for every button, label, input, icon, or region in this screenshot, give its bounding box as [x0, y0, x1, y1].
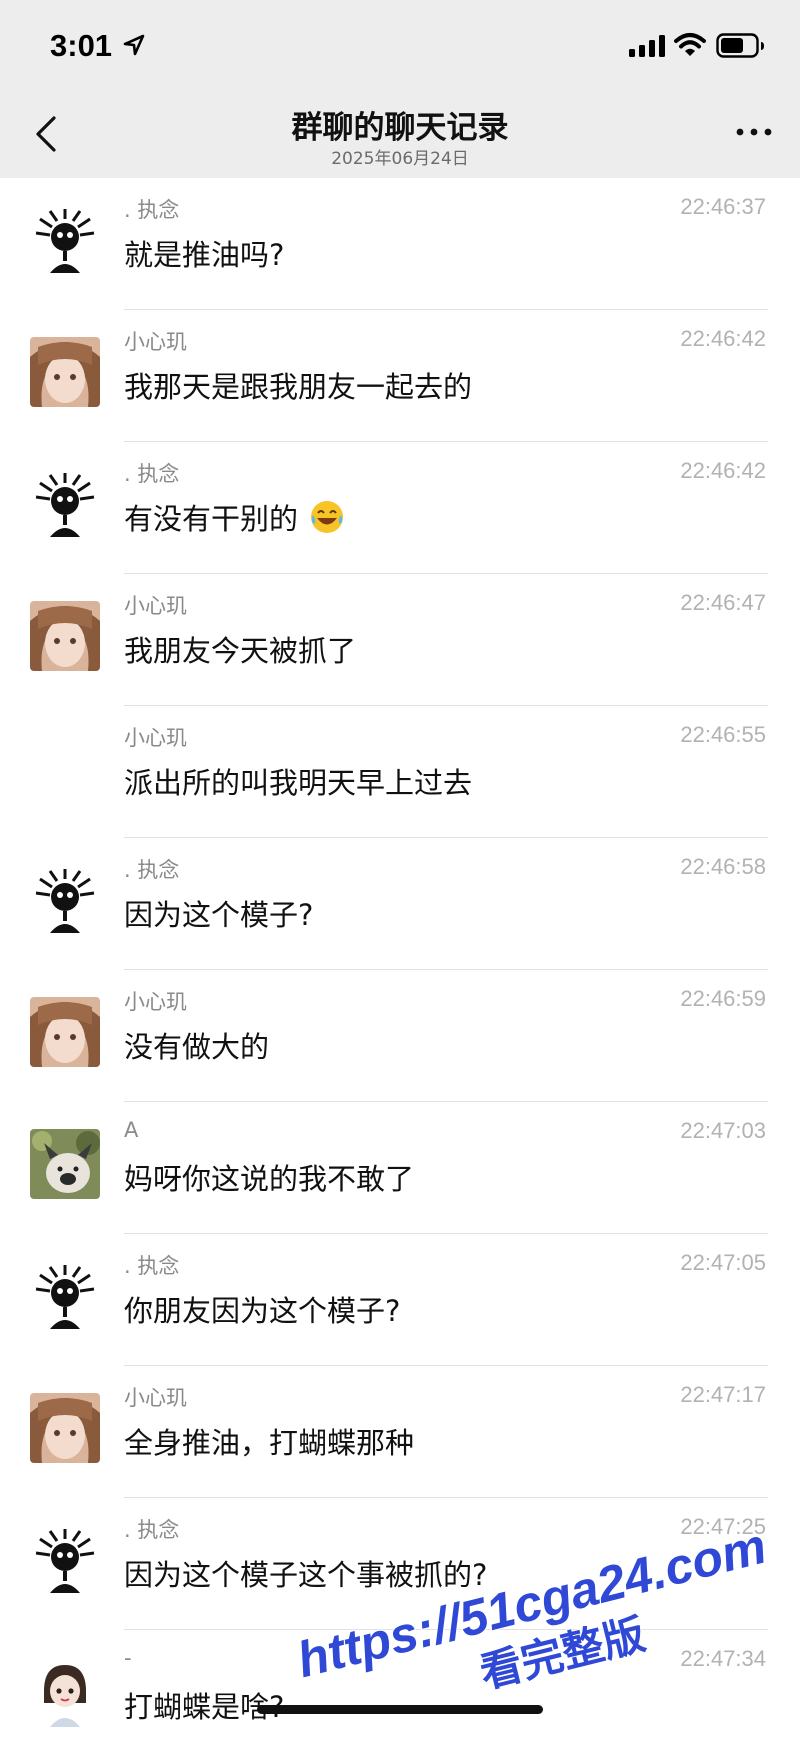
avatar[interactable] — [30, 601, 100, 671]
avatar[interactable] — [30, 1129, 100, 1199]
message-text: 就是推油吗? — [124, 238, 285, 272]
message-text: 你朋友因为这个模子? — [124, 1294, 401, 1328]
list-item[interactable]: 小心玑 22:46:55 派出所的叫我明天早上过去 — [0, 706, 800, 838]
page-title: 群聊的聊天记录 — [291, 110, 509, 146]
spiky-doodle-avatar-icon — [30, 1261, 100, 1331]
message-time: 22:46:42 — [680, 326, 766, 351]
sender-name: . 执念 — [124, 1518, 180, 1542]
wifi-icon — [674, 33, 706, 56]
message-text: 没有做大的 — [124, 1030, 270, 1064]
chat-record-list[interactable]: . 执念 22:46:37 就是推油吗? 小心玑 22:46:42 我那天是跟我… — [0, 178, 800, 1762]
list-item[interactable]: - 22:47:34 打蝴蝶是啥? — [0, 1630, 800, 1762]
message-time: 22:47:34 — [680, 1646, 766, 1671]
message-text: 全身推油，打蝴蝶那种 — [124, 1426, 415, 1460]
status-time: 3:01 — [50, 28, 113, 63]
list-item[interactable]: . 执念 22:46:42 有没有干别的 — [0, 442, 800, 574]
status-bar: 3:01 — [0, 0, 800, 92]
spiky-doodle-avatar-icon — [30, 469, 100, 539]
message-text: 我那天是跟我朋友一起去的 — [124, 370, 473, 404]
sender-name: 小心玑 — [124, 594, 187, 618]
avatar[interactable] — [30, 1525, 100, 1595]
message-time: 22:47:05 — [680, 1250, 766, 1275]
list-item[interactable]: . 执念 22:47:05 你朋友因为这个模子? — [0, 1234, 800, 1366]
nav-bar: 群聊的聊天记录 2025年06月24日 — [0, 92, 800, 178]
sender-name: 小心玑 — [124, 726, 187, 750]
list-item[interactable]: 小心玑 22:46:59 没有做大的 — [0, 970, 800, 1102]
avatar[interactable] — [30, 1657, 100, 1727]
cellular-signal-icon — [629, 35, 665, 57]
avatar[interactable] — [30, 865, 100, 935]
avatar[interactable] — [30, 997, 100, 1067]
list-item[interactable]: . 执念 22:46:58 因为这个模子? — [0, 838, 800, 970]
anime-girl-avatar-icon — [30, 601, 100, 671]
message-time: 22:46:58 — [680, 854, 766, 879]
page-subtitle-date: 2025年06月24日 — [331, 149, 469, 169]
avatar[interactable] — [30, 205, 100, 275]
message-time: 22:46:55 — [680, 722, 766, 747]
message-time: 22:46:37 — [680, 194, 766, 219]
avatar[interactable] — [30, 1393, 100, 1463]
avatar[interactable] — [30, 337, 100, 407]
message-text: 妈呀你这说的我不敢了 — [124, 1162, 415, 1196]
cartoon-girl-avatar-icon — [30, 1657, 100, 1727]
sender-name: . 执念 — [124, 198, 180, 222]
list-item[interactable]: . 执念 22:47:25 因为这个模子这个事被抓的? — [0, 1498, 800, 1630]
anime-girl-avatar-icon — [30, 1393, 100, 1463]
message-time: 22:47:17 — [680, 1382, 766, 1407]
dog-photo-avatar-icon — [30, 1129, 100, 1199]
list-item[interactable]: 小心玑 22:47:17 全身推油，打蝴蝶那种 — [0, 1366, 800, 1498]
laughing-tears-emoji-icon — [311, 501, 344, 533]
spiky-doodle-avatar-icon — [30, 1525, 100, 1595]
spiky-doodle-avatar-icon — [30, 865, 100, 935]
message-text: 因为这个模子这个事被抓的? — [124, 1558, 488, 1592]
message-text-content: 有没有干别的 — [124, 502, 299, 536]
sender-name: 小心玑 — [124, 1386, 187, 1410]
spiky-doodle-avatar-icon — [30, 205, 100, 275]
anime-girl-avatar-icon — [30, 997, 100, 1067]
message-time: 22:46:59 — [680, 986, 766, 1011]
list-item[interactable]: 小心玑 22:46:42 我那天是跟我朋友一起去的 — [0, 310, 800, 442]
sender-name: 小心玑 — [124, 330, 187, 354]
message-time: 22:47:03 — [680, 1118, 766, 1143]
anime-girl-avatar-icon — [30, 337, 100, 407]
message-text: 派出所的叫我明天早上过去 — [124, 766, 473, 800]
message-text: 因为这个模子? — [124, 898, 314, 932]
avatar[interactable] — [30, 469, 100, 539]
list-item[interactable]: 小心玑 22:46:47 我朋友今天被抓了 — [0, 574, 800, 706]
message-text: 有没有干别的 — [124, 496, 345, 538]
avatar[interactable] — [30, 1261, 100, 1331]
list-item[interactable]: A 22:47:03 妈呀你这说的我不敢了 — [0, 1102, 800, 1234]
message-time: 22:47:25 — [680, 1514, 766, 1539]
sender-name: A — [124, 1118, 139, 1142]
sender-name: . 执念 — [124, 858, 180, 882]
home-indicator[interactable] — [257, 1705, 543, 1714]
more-dots-icon[interactable] — [734, 122, 774, 142]
message-text: 我朋友今天被抓了 — [124, 634, 357, 668]
list-item[interactable]: . 执念 22:46:37 就是推油吗? — [0, 178, 800, 310]
message-time: 22:46:42 — [680, 458, 766, 483]
battery-icon — [716, 33, 764, 58]
location-arrow-icon — [123, 34, 145, 56]
sender-name: . 执念 — [124, 1254, 180, 1278]
sender-name: 小心玑 — [124, 990, 187, 1014]
message-time: 22:46:47 — [680, 590, 766, 615]
sender-name: . 执念 — [124, 462, 180, 486]
sender-name: - — [124, 1646, 132, 1670]
